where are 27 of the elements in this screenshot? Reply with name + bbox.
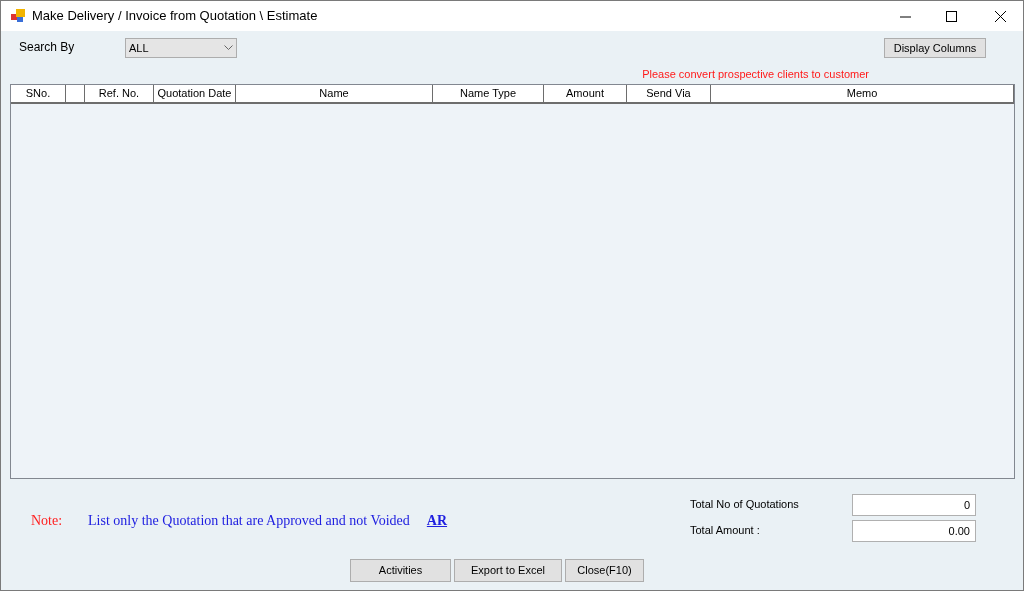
column-header[interactable]: Name	[236, 85, 433, 102]
close-icon[interactable]	[995, 10, 1006, 22]
maximize-icon[interactable]	[946, 10, 957, 22]
note-label: Note:	[31, 511, 64, 530]
action-button[interactable]: Activities	[350, 559, 451, 582]
app-icon	[11, 9, 25, 23]
chevron-icon	[224, 45, 233, 51]
total-label: Total No of Quotations	[690, 497, 800, 512]
total-label: Total Amount :	[690, 523, 761, 538]
search-dropdown[interactable]: ALL	[125, 38, 237, 58]
column-header[interactable]: Ref. No.	[85, 85, 154, 102]
ar-link[interactable]: AR	[426, 509, 448, 531]
column-header[interactable]: SNo.	[11, 85, 66, 102]
column-header[interactable]: Send Via	[627, 85, 711, 102]
warning-text: Please convert prospective clients to customer	[642, 67, 869, 82]
total-field[interactable]: 0.00	[852, 520, 976, 542]
note-text: List only the Quotation that are Approved and not Voided	[88, 511, 410, 530]
total-field[interactable]: 0	[852, 494, 976, 516]
display-columns-button[interactable]: Display Columns	[884, 38, 986, 58]
column-header[interactable]: Name Type	[433, 85, 544, 102]
action-button[interactable]: Export to Excel	[454, 559, 562, 582]
column-header[interactable]: Memo	[711, 85, 1014, 102]
action-button[interactable]: Close(F10)	[565, 559, 644, 582]
column-header[interactable]: Quotation Date	[154, 85, 236, 102]
column-header[interactable]: Amount	[544, 85, 627, 102]
window-title: Make Delivery / Invoice from Quotation \ Estimate	[32, 7, 318, 26]
search-label: Search By	[19, 39, 76, 56]
